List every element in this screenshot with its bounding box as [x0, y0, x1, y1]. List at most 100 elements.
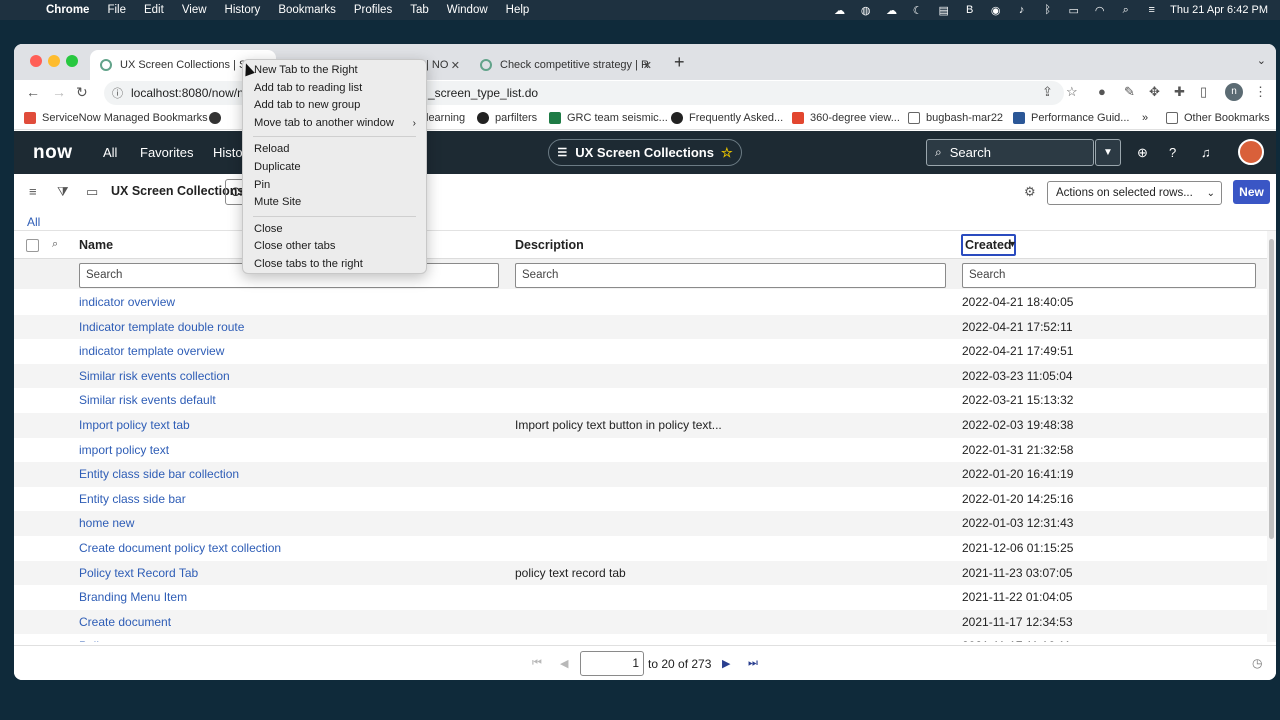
bold-b-icon[interactable]: B	[962, 4, 977, 16]
row-name-link[interactable]: import policy text	[79, 443, 169, 457]
row-name-link[interactable]: Entity class side bar	[79, 492, 186, 506]
table-row[interactable]: Create document policy text collection 20…	[14, 536, 1267, 561]
nav-history[interactable]: Histo	[213, 145, 243, 160]
help-icon[interactable]: ?	[1169, 145, 1176, 160]
user-avatar[interactable]	[1238, 139, 1264, 165]
table-row[interactable]: import policy text 2022-01-31 21:32:58	[14, 438, 1267, 463]
vertical-scrollbar[interactable]	[1267, 231, 1276, 642]
close-window-button[interactable]	[30, 55, 42, 67]
wifi-icon[interactable]: ◠	[1092, 4, 1107, 17]
accessibility-icon[interactable]: ◉	[988, 4, 1003, 17]
filter-funnel-icon[interactable]: ⧩	[57, 184, 69, 200]
menu-edit[interactable]: Edit	[144, 4, 164, 16]
search-icon[interactable]: ⌕	[52, 238, 58, 251]
next-page-icon[interactable]: ▶	[722, 657, 730, 670]
new-button[interactable]: New	[1233, 180, 1270, 204]
bookmark-bugbash[interactable]: bugbash-mar22	[908, 112, 1003, 124]
new-tab-button[interactable]: +	[674, 52, 685, 73]
previous-page-icon[interactable]: ◀	[560, 657, 568, 670]
bookmark-learning[interactable]: learning	[426, 112, 465, 124]
row-name-link[interactable]: indicator template overview	[79, 344, 224, 358]
site-info-icon[interactable]: ⓘ	[112, 85, 123, 101]
bluetooth-icon[interactable]: ᛒ	[1040, 4, 1055, 16]
row-name-link[interactable]: Create document	[79, 615, 171, 629]
gear-icon[interactable]: ⚙	[1024, 184, 1036, 200]
description-filter-input[interactable]: Search	[515, 263, 946, 288]
hamburger-menu-icon[interactable]: ≡	[29, 184, 37, 199]
menu-window[interactable]: Window	[447, 4, 488, 16]
control-center-icon[interactable]: ≡	[1144, 4, 1159, 16]
actions-select[interactable]: Actions on selected rows... ⌄	[1047, 181, 1222, 205]
menu-item-close[interactable]: Close	[243, 221, 426, 239]
nav-all[interactable]: All	[103, 145, 117, 160]
back-arrow-icon[interactable]: ←	[26, 84, 40, 100]
last-page-icon[interactable]: ⏭	[748, 657, 758, 670]
extension-circle-icon[interactable]: ●	[1098, 84, 1106, 99]
minimize-window-button[interactable]	[48, 55, 60, 67]
row-name-link[interactable]: Import policy text tab	[79, 418, 190, 432]
spotlight-search-icon[interactable]: ⌕	[1118, 4, 1133, 16]
eyedropper-icon[interactable]: ✎	[1124, 84, 1135, 100]
page-number-input[interactable]: 1	[580, 651, 644, 676]
extensions-puzzle-icon[interactable]: ✚	[1174, 84, 1185, 100]
row-name-link[interactable]: Branding Menu Item	[79, 590, 187, 604]
menu-item-reload[interactable]: Reload	[243, 141, 426, 159]
fullscreen-window-button[interactable]	[66, 55, 78, 67]
created-filter-input[interactable]: Search	[962, 263, 1256, 288]
row-name-link[interactable]: indicator overview	[79, 295, 175, 309]
table-row[interactable]: Indicator template double route 2022-04-2…	[14, 314, 1267, 340]
menu-item-move-tab[interactable]: Move tab to another window ›	[243, 115, 426, 133]
table-row[interactable]: Similar risk events collection 2022-03-23…	[14, 363, 1267, 389]
table-row[interactable]: Entity class side bar 2022-01-20 14:25:16	[14, 487, 1267, 512]
row-name-link[interactable]: Policy text Record Tab	[79, 566, 198, 580]
servicenow-logo[interactable]: now	[33, 142, 73, 164]
breadcrumb-all[interactable]: All	[27, 215, 40, 229]
side-panel-icon[interactable]: ▯	[1200, 84, 1207, 100]
table-row[interactable]: Similar risk events default 2022-03-21 15…	[14, 388, 1267, 413]
globe-app-icon[interactable]: ◍	[858, 4, 873, 17]
profile-avatar[interactable]: n	[1225, 83, 1243, 101]
favorite-star-icon[interactable]: ☆	[721, 145, 733, 161]
table-row[interactable]: Branding Menu Item 2021-11-22 01:04:05	[14, 585, 1267, 610]
table-row[interactable]: indicator template overview 2022-04-21 17…	[14, 339, 1267, 364]
move-icon[interactable]: ✥	[1149, 84, 1160, 100]
sort-descending-icon[interactable]: ▼	[1008, 239, 1017, 249]
table-row[interactable]: home new 2022-01-03 12:31:43	[14, 511, 1267, 536]
menu-item-new-tab-right[interactable]: New Tab to the Right	[243, 62, 426, 80]
menu-item-close-other-tabs[interactable]: Close other tabs	[243, 238, 426, 256]
row-name-link[interactable]: Similar risk events collection	[79, 369, 230, 383]
chat-bubble-icon[interactable]: ▭	[86, 184, 98, 200]
menu-bookmarks[interactable]: Bookmarks	[278, 4, 336, 16]
tab-search-chevron-icon[interactable]: ⌄	[1257, 54, 1266, 67]
scrollbar-thumb[interactable]	[1269, 239, 1274, 539]
menu-item-mute-site[interactable]: Mute Site	[243, 194, 426, 212]
menu-item-add-reading-list[interactable]: Add tab to reading list	[243, 80, 426, 98]
close-tab-icon[interactable]: ✕	[643, 59, 652, 72]
tab-check-competitive-strategy[interactable]: Check competitive strategy | R ✕	[470, 50, 660, 80]
column-header-description[interactable]: Description	[515, 238, 584, 252]
table-row[interactable]: Create document 2021-11-17 12:34:53	[14, 609, 1267, 635]
table-row[interactable]: Entity class side bar collection 2022-01-…	[14, 462, 1267, 487]
close-tab-icon[interactable]: ✕	[451, 59, 460, 72]
bookmark-servicenow-managed[interactable]: ServiceNow Managed Bookmarks	[24, 112, 208, 124]
bookmark-grc-team[interactable]: GRC team seismic...	[549, 112, 668, 124]
row-name-link[interactable]: Similar risk events default	[79, 393, 216, 407]
bookmark-star-icon[interactable]: ☆	[1066, 84, 1078, 100]
bookmark-other-bookmarks[interactable]: Other Bookmarks	[1166, 112, 1270, 124]
search-scope-dropdown[interactable]: ▼	[1095, 139, 1121, 166]
first-page-icon[interactable]: ⏮	[532, 657, 542, 670]
volume-icon[interactable]: ♪	[1014, 4, 1029, 16]
bookmarks-overflow-button[interactable]: »	[1142, 112, 1148, 124]
share-icon[interactable]: ⇪	[1042, 84, 1053, 100]
menu-file[interactable]: File	[107, 4, 126, 16]
response-time-clock-icon[interactable]: ◷	[1252, 656, 1262, 670]
context-title-pill[interactable]: ☰ UX Screen Collections ☆	[548, 139, 742, 166]
row-name-link[interactable]: Policy text...	[79, 639, 144, 642]
bookmark-parfilters[interactable]: parfilters	[477, 112, 537, 124]
moon-icon[interactable]: ☾	[910, 4, 925, 17]
cloud-app-icon[interactable]: ☁	[832, 4, 847, 17]
table-row[interactable]: Policy text... 2021-11-17 11:16:11	[14, 634, 1267, 642]
bookmark-frequently-asked[interactable]: Frequently Asked...	[671, 112, 783, 124]
cloud-icon[interactable]: ☁	[884, 4, 899, 17]
row-name-link[interactable]: Entity class side bar collection	[79, 467, 239, 481]
